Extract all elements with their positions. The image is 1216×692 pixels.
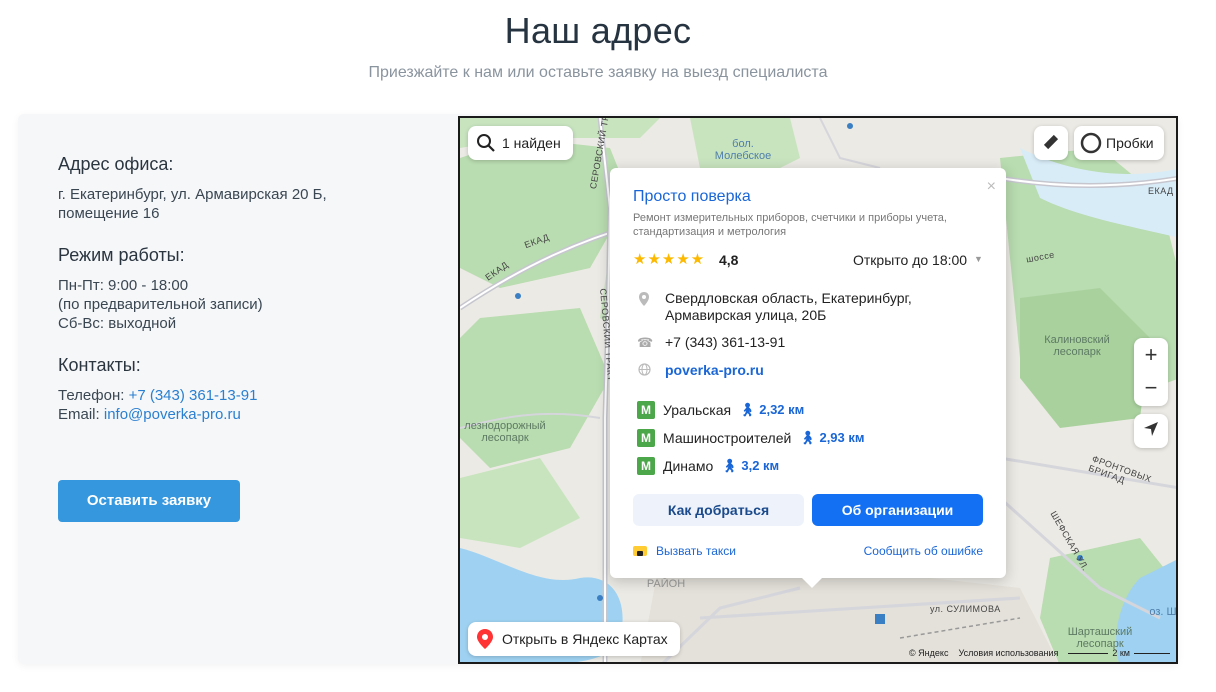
traffic-label: Пробки bbox=[1106, 135, 1154, 151]
call-taxi-label: Вызвать такси bbox=[656, 544, 736, 558]
metro-icon: M bbox=[637, 429, 655, 447]
address-line-2: помещение 16 bbox=[58, 205, 160, 222]
phone-label: Телефон: bbox=[58, 387, 125, 404]
popup-phone-row: ☎ +7 (343) 361-13-91 bbox=[633, 334, 993, 352]
popup-phone[interactable]: +7 (343) 361-13-91 bbox=[665, 334, 995, 351]
popup-address-line-2: Армавирская улица, 20Б bbox=[665, 307, 827, 323]
map-credits: © Яндекс Условия использования 2 км bbox=[909, 648, 1170, 658]
walking-distance: 🚶︎ 2,32 км bbox=[739, 402, 805, 417]
metro-name: Динамо bbox=[663, 458, 714, 474]
call-taxi-link[interactable]: Вызвать такси bbox=[633, 544, 736, 558]
organization-popup: Просто поверка × Ремонт измерительных пр… bbox=[610, 168, 1006, 588]
hours-block: Режим работы: Пн-Пт: 9:00 - 18:00 (по пр… bbox=[58, 245, 438, 333]
organization-description: Ремонт измерительных приборов, счетчики … bbox=[633, 212, 947, 238]
road-label-sulimova: ул. СУЛИМОВА bbox=[930, 604, 1001, 614]
metro-item: M Машиностроителей 🚶︎ 2,93 км bbox=[637, 429, 865, 447]
globe-icon bbox=[637, 363, 651, 379]
hours-heading: Режим работы: bbox=[58, 245, 185, 265]
search-icon bbox=[476, 133, 496, 153]
contacts-heading: Контакты: bbox=[58, 355, 141, 375]
metro-name: Уральская bbox=[663, 402, 732, 418]
request-button[interactable]: Оставить заявку bbox=[58, 480, 240, 522]
rating-value: 4,8 bbox=[719, 252, 739, 268]
location-pin-icon bbox=[637, 291, 651, 310]
hours-line-1: Пн-Пт: 9:00 - 18:00 bbox=[58, 277, 189, 294]
scale-bar: 2 км bbox=[1068, 648, 1170, 658]
metro-icon: M bbox=[637, 457, 655, 475]
email-label: Email: bbox=[58, 406, 100, 423]
yandex-copyright: © Яндекс bbox=[909, 648, 949, 658]
map-label-bolota: бол. Молебское bbox=[714, 138, 772, 162]
popup-address-line-1: Свердловская область, Екатеринбург, bbox=[665, 290, 912, 306]
page: Наш адрес Приезжайте к нам или оставьте … bbox=[0, 0, 1216, 692]
scale-label: 2 км bbox=[1112, 648, 1130, 658]
rating-stars: ★★★★★ bbox=[633, 251, 706, 268]
traffic-button[interactable]: Пробки bbox=[1074, 126, 1164, 160]
open-in-yandex-maps-button[interactable]: Открыть в Яндекс Картах bbox=[468, 622, 680, 656]
ruler-icon bbox=[1042, 133, 1060, 154]
road-label-ekad-3: ЕКАД bbox=[1148, 186, 1174, 196]
report-error-link[interactable]: Сообщить об ошибке bbox=[864, 544, 983, 558]
taxi-icon bbox=[633, 546, 647, 556]
search-result-count: 1 найден bbox=[502, 135, 561, 151]
hours-line-3: Сб-Вс: выходной bbox=[58, 315, 177, 332]
chevron-down-icon[interactable]: ▼ bbox=[974, 254, 983, 264]
popup-website-link[interactable]: poverka-pro.ru bbox=[665, 362, 995, 379]
metro-icon: M bbox=[637, 401, 655, 419]
map-label-shartash: Шарташский лесопарк bbox=[1067, 626, 1133, 650]
page-title: Наш адрес bbox=[504, 10, 692, 51]
open-status[interactable]: Открыто до 18:00 bbox=[853, 252, 967, 268]
map-pin-icon bbox=[476, 628, 494, 650]
popup-website-row: poverka-pro.ru bbox=[633, 362, 993, 380]
traffic-icon bbox=[1080, 132, 1102, 154]
organization-name[interactable]: Просто поверка bbox=[633, 188, 751, 206]
page-subtitle: Приезжайте к нам или оставьте заявку на … bbox=[368, 64, 828, 81]
map-label-raion: РАЙОН bbox=[646, 578, 686, 590]
about-organization-button[interactable]: Об организации bbox=[812, 494, 983, 526]
map-label-kalinov: Калиновский лесопарк bbox=[1044, 334, 1110, 358]
popup-arrow bbox=[802, 578, 822, 588]
map-label-oz: оз. Ш bbox=[1149, 606, 1177, 618]
phone-row: Телефон: +7 (343) 361-13-91 bbox=[58, 386, 438, 405]
address-heading: Адрес офиса: bbox=[58, 154, 174, 174]
phone-icon: ☎ bbox=[637, 335, 654, 350]
metro-item: M Уральская 🚶︎ 2,32 км bbox=[637, 401, 804, 419]
map-label-zhelez: лезнодорожный лесопарк bbox=[464, 420, 546, 444]
zoom-out-button[interactable]: − bbox=[1134, 372, 1168, 406]
open-in-maps-label: Открыть в Яндекс Картах bbox=[502, 631, 668, 647]
close-icon[interactable]: × bbox=[987, 178, 996, 196]
address-line-1: г. Екатеринбург, ул. Армавирская 20 Б, bbox=[58, 186, 327, 203]
address-block: Адрес офиса: г. Екатеринбург, ул. Армави… bbox=[58, 154, 438, 223]
email-row: Email: info@poverka-pro.ru bbox=[58, 405, 438, 424]
phone-link[interactable]: +7 (343) 361-13-91 bbox=[129, 387, 258, 404]
metro-item: M Динамо 🚶︎ 3,2 км bbox=[637, 457, 779, 475]
walking-distance: 🚶︎ 2,93 км bbox=[799, 430, 865, 445]
zoom-in-button[interactable]: + bbox=[1134, 338, 1168, 372]
geolocation-button[interactable] bbox=[1134, 414, 1168, 448]
map-search-chip[interactable]: 1 найден bbox=[468, 126, 573, 160]
contacts-info: Адрес офиса: г. Екатеринбург, ул. Армави… bbox=[58, 154, 438, 446]
contacts-block: Контакты: Телефон: +7 (343) 361-13-91 Em… bbox=[58, 355, 438, 424]
walking-distance: 🚶︎ 3,2 км bbox=[721, 458, 780, 473]
metro-name: Машиностроителей bbox=[663, 430, 792, 446]
route-button[interactable]: Как добраться bbox=[633, 494, 804, 526]
location-arrow-icon bbox=[1142, 420, 1160, 443]
email-link[interactable]: info@poverka-pro.ru bbox=[104, 406, 241, 423]
terms-link[interactable]: Условия использования bbox=[958, 648, 1058, 658]
hours-line-2: (по предварительной записи) bbox=[58, 296, 263, 313]
ruler-button[interactable] bbox=[1034, 126, 1068, 160]
zoom-controls: + − bbox=[1134, 338, 1168, 406]
popup-address-row: Свердловская область, Екатеринбург, Арма… bbox=[633, 290, 993, 324]
